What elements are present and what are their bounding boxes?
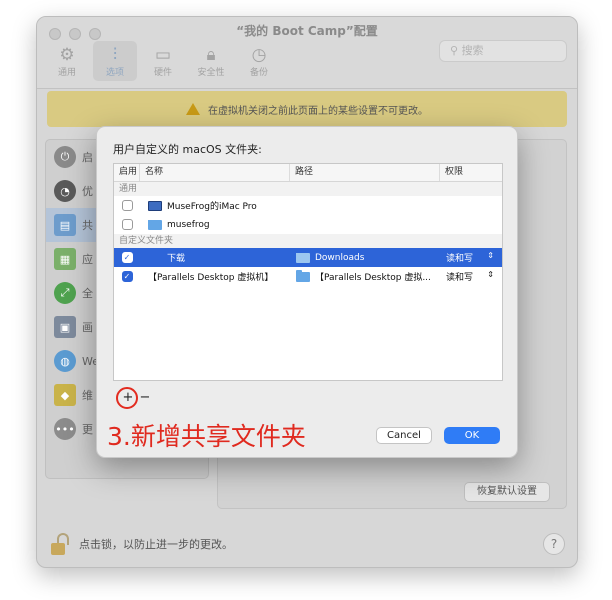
updown-icon: ⇕: [487, 251, 494, 260]
row-name: MuseFrog的iMac Pro: [167, 202, 257, 212]
sidebar-item-label: 应: [82, 253, 93, 266]
row-name: 【Parallels Desktop 虚拟机】: [148, 273, 274, 283]
folder-icon: [296, 270, 310, 282]
globe-icon: ◍: [54, 350, 76, 372]
folders-table: 启用 名称 路径 权限 通用 MuseFrog的iMac Pro musefro…: [113, 163, 503, 381]
more-icon: •••: [54, 418, 76, 440]
table-row[interactable]: ✓ 下载 Downloads 读和写 ⇕: [114, 248, 502, 267]
table-row[interactable]: MuseFrog的iMac Pro: [114, 196, 502, 215]
downloads-folder-icon: [296, 252, 310, 263]
row-permission: 读和写: [446, 254, 474, 264]
folder-icon: [148, 219, 162, 230]
toolbar-item-general[interactable]: ⚙ 通用: [45, 41, 89, 81]
toolbar-label: 选项: [105, 67, 124, 78]
toolbar-label: 通用: [57, 67, 76, 78]
search-icon: ⚲: [450, 44, 462, 57]
warning-banner: 在虚拟机关闭之前此页面上的某些设置不可更改。: [47, 91, 567, 127]
imac-icon: [148, 200, 162, 211]
sidebar-item-label: 画: [82, 321, 93, 334]
cancel-button[interactable]: Cancel: [376, 427, 432, 444]
enable-checkbox[interactable]: [121, 200, 133, 211]
toolbar-item-backup[interactable]: ◷ 备份: [237, 41, 281, 81]
gear-icon: ⚙: [59, 44, 75, 65]
window-title: “我的 Boot Camp”配置: [236, 24, 378, 38]
search-input[interactable]: ⚲ 搜索: [439, 40, 567, 62]
gauge-icon: ◔: [54, 180, 76, 202]
lock-icon[interactable]: [51, 533, 69, 555]
apps-icon: ▦: [54, 248, 76, 270]
warning-icon: [186, 103, 200, 115]
chip-icon: ▭: [154, 44, 172, 65]
power-icon: ⏻: [54, 146, 76, 168]
column-enabled[interactable]: 启用: [114, 164, 140, 181]
row-path: 【Parallels Desktop 虚拟...: [315, 273, 431, 283]
highlight-circle: [116, 387, 138, 409]
restore-defaults-button[interactable]: 恢复默认设置: [464, 482, 550, 502]
maintenance-icon: ◆: [54, 384, 76, 406]
annotation-text: 3.新增共享文件夹: [107, 422, 306, 451]
toolbar-label: 安全性: [197, 67, 225, 78]
search-placeholder: 搜索: [461, 44, 484, 57]
sidebar-item-label: 更: [82, 423, 93, 436]
add-remove-controls: + −: [116, 387, 152, 409]
clock-icon: ◷: [251, 44, 267, 65]
enable-checkbox[interactable]: ✓: [121, 271, 133, 282]
table-header: 启用 名称 路径 权限: [114, 164, 502, 182]
help-button[interactable]: ?: [543, 533, 565, 555]
sidebar-item-label: 全: [82, 287, 93, 300]
column-permission[interactable]: 权限: [440, 164, 502, 181]
toolbar: ⚙ 通用 ⫶ 选项 ▭ 硬件 🔒︎ 安全性 ◷ 备份: [45, 41, 281, 81]
picture-icon: ▣: [54, 316, 76, 338]
updown-icon: ⇕: [487, 270, 494, 279]
group-general: 通用: [114, 182, 502, 196]
row-name: musefrog: [167, 219, 210, 230]
lock-text: 点击锁，以防止进一步的更改。: [79, 538, 233, 551]
enable-checkbox[interactable]: [121, 219, 133, 230]
warning-text: 在虚拟机关闭之前此页面上的某些设置不可更改。: [208, 105, 428, 117]
permission-select[interactable]: 读和写 ⇕: [440, 270, 502, 283]
fullscreen-icon: ⤢: [54, 282, 76, 304]
row-path: Downloads: [315, 252, 365, 263]
column-name[interactable]: 名称: [140, 164, 290, 181]
toolbar-item-hardware[interactable]: ▭ 硬件: [141, 41, 185, 81]
footer: 点击锁，以防止进一步的更改。: [37, 521, 577, 567]
ok-button[interactable]: OK: [444, 427, 500, 444]
toolbar-item-security[interactable]: 🔒︎ 安全性: [189, 41, 233, 81]
row-permission: 读和写: [446, 273, 474, 283]
sliders-icon: ⫶: [112, 44, 118, 65]
table-row[interactable]: musefrog: [114, 215, 502, 234]
enable-checkbox[interactable]: ✓: [121, 252, 133, 263]
row-name: 下载: [167, 254, 186, 264]
sidebar-item-label: 维: [82, 389, 93, 402]
folder-icon: ▤: [54, 214, 76, 236]
toolbar-label: 备份: [249, 67, 268, 78]
remove-folder-button[interactable]: −: [138, 391, 152, 405]
sidebar-item-label: 启: [82, 151, 93, 164]
permission-select[interactable]: 读和写 ⇕: [440, 251, 502, 264]
sheet-title: 用户自定义的 macOS 文件夹:: [113, 143, 262, 156]
title-bar: “我的 Boot Camp”配置 ⚙ 通用 ⫶ 选项 ▭ 硬件 🔒︎ 安全性 ◷…: [37, 17, 577, 89]
sidebar-item-label: 共: [82, 219, 93, 232]
sidebar-item-label: 优: [82, 185, 93, 198]
group-custom: 自定义文件夹: [114, 234, 502, 248]
toolbar-label: 硬件: [153, 67, 172, 78]
toolbar-item-options[interactable]: ⫶ 选项: [93, 41, 137, 81]
lock-icon: 🔒︎: [206, 44, 216, 65]
column-path[interactable]: 路径: [290, 164, 440, 181]
table-row[interactable]: ✓ 【Parallels Desktop 虚拟机】 【Parallels Des…: [114, 267, 502, 286]
custom-folders-sheet: 用户自定义的 macOS 文件夹: 启用 名称 路径 权限 通用 MuseFro…: [96, 126, 518, 458]
